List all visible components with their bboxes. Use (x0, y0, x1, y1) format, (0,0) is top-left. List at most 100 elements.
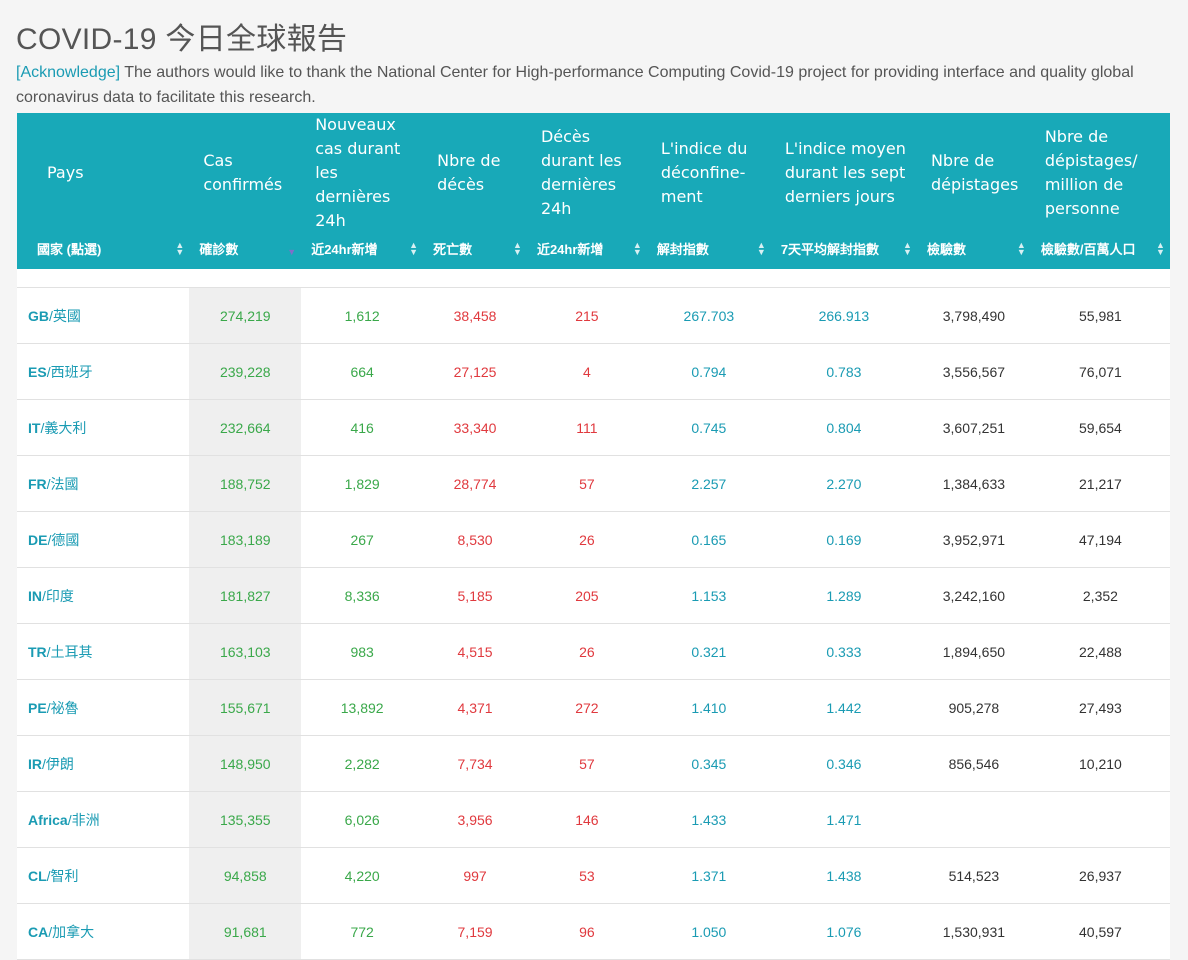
column-header-fr-7: Nbre de dépistages (916, 113, 1031, 233)
column-header-fr-6: L'indice moyen durant les sept derniers … (770, 113, 917, 233)
sort-arrows-icon[interactable]: ▼ (287, 242, 296, 257)
cell-tests-per-million (1030, 791, 1170, 848)
cell-deaths: 7,159 (423, 903, 527, 960)
country-link[interactable]: CL/智利 (17, 847, 190, 904)
table-row[interactable]: CL/智利 94,858 4,220 997 53 1.371 1.438 514,523 26… (17, 847, 1170, 904)
table-row[interactable]: PE/祕魯 155,671 13,892 4,371 272 1.410 1.442 905,… (17, 679, 1170, 736)
sort-arrows-icon[interactable]: ▲ ▼ (409, 241, 418, 257)
cell-confirmed: 155,671 (189, 679, 302, 736)
cell-new-deaths: 57 (526, 735, 647, 792)
cell-new-deaths: 4 (526, 343, 647, 400)
cell-tests: 1,384,633 (916, 455, 1031, 512)
sort-header-6[interactable]: 7天平均解封指數 ▲ ▼ (770, 233, 917, 269)
sort-arrows-icon[interactable]: ▲ ▼ (1156, 241, 1165, 257)
sort-header-4[interactable]: 近24hr新增 ▲ ▼ (526, 233, 647, 269)
sort-arrows-icon[interactable]: ▲ ▼ (633, 241, 642, 257)
country-link[interactable]: TR/土耳其 (17, 623, 190, 680)
cell-index7: 0.783 (770, 343, 917, 400)
cell-new-cases: 6,026 (301, 791, 424, 848)
country-code: GB (28, 307, 49, 324)
cell-deaths: 7,734 (423, 735, 527, 792)
cell-index7: 266.913 (770, 287, 917, 344)
cell-index7: 0.169 (770, 511, 917, 568)
acknowledge-link[interactable]: [Acknowledge] (16, 64, 120, 81)
country-link[interactable]: GB/英國 (17, 287, 190, 344)
sort-header-label: 7天平均解封指數 (780, 241, 880, 257)
sort-header-2[interactable]: 近24hr新增 ▲ ▼ (301, 233, 424, 269)
country-link[interactable]: PE/祕魯 (17, 679, 190, 736)
sort-header-3[interactable]: 死亡數 ▲ ▼ (423, 233, 527, 269)
country-name: /義大利 (40, 419, 87, 436)
table-row[interactable]: CA/加拿大 91,681 772 7,159 96 1.050 1.076 1,530,93… (17, 903, 1170, 960)
sort-header-5[interactable]: 解封指數 ▲ ▼ (646, 233, 771, 269)
table-body: GB/英國 274,219 1,612 38,458 215 267.703 266.913… (17, 269, 1170, 960)
cell-confirmed: 163,103 (189, 623, 302, 680)
country-link[interactable]: CA/加拿大 (17, 903, 190, 960)
table-row[interactable]: Africa/非洲 135,355 6,026 3,956 146 1.433 1.471 (17, 791, 1170, 848)
cell-new-cases: 416 (301, 399, 424, 456)
table-row[interactable]: GB/英國 274,219 1,612 38,458 215 267.703 266.913… (17, 287, 1170, 344)
sort-arrows-icon[interactable]: ▲ ▼ (903, 241, 912, 257)
cell-index: 1.371 (646, 847, 771, 904)
sort-arrows-icon[interactable]: ▲ ▼ (175, 241, 184, 257)
sort-header-0[interactable]: 國家 (點選) ▲ ▼ (17, 233, 190, 269)
cell-tests: 1,530,931 (916, 903, 1031, 960)
sort-header-label: 死亡數 (433, 241, 473, 257)
cell-tests: 514,523 (916, 847, 1031, 904)
sort-header-label: 確診數 (199, 241, 239, 257)
country-code: CL (28, 867, 47, 884)
cell-confirmed: 135,355 (189, 791, 302, 848)
country-link[interactable]: IN/印度 (17, 567, 190, 624)
country-name: /印度 (42, 587, 74, 604)
cell-tests: 905,278 (916, 679, 1031, 736)
cell-tests: 3,242,160 (916, 567, 1031, 624)
country-link[interactable]: FR/法國 (17, 455, 190, 512)
cell-tests-per-million: 47,194 (1030, 511, 1170, 568)
cell-confirmed: 274,219 (189, 287, 302, 344)
country-name: /土耳其 (46, 643, 93, 660)
country-link[interactable]: ES/西班牙 (17, 343, 190, 400)
cell-confirmed: 183,189 (189, 511, 302, 568)
table-row[interactable]: DE/德國 183,189 267 8,530 26 0.165 0.169 3,952,97… (17, 511, 1170, 568)
sort-arrows-icon[interactable]: ▲ ▼ (513, 241, 522, 257)
cell-tests-per-million: 27,493 (1030, 679, 1170, 736)
table-row[interactable]: IN/印度 181,827 8,336 5,185 205 1.153 1.289 3,242… (17, 567, 1170, 624)
column-header-fr-2: Nouveaux cas durant les dernières 24h (301, 113, 424, 233)
cell-index: 1.050 (646, 903, 771, 960)
column-header-fr-1: Cas confirmés (189, 113, 302, 233)
sort-header-8[interactable]: 檢驗數/百萬人口 ▲ ▼ (1030, 233, 1170, 269)
sort-header-7[interactable]: 檢驗數 ▲ ▼ (916, 233, 1031, 269)
cell-tests: 3,798,490 (916, 287, 1031, 344)
country-link[interactable]: DE/德國 (17, 511, 190, 568)
table-row[interactable]: IT/義大利 232,664 416 33,340 111 0.745 0.804 3,607… (17, 399, 1170, 456)
country-link[interactable]: Africa/非洲 (17, 791, 190, 848)
sort-header-1[interactable]: 確診數 ▼ (189, 233, 302, 269)
table-row[interactable]: ES/西班牙 239,228 664 27,125 4 0.794 0.783 3,556,5… (17, 343, 1170, 400)
header-row-chinese: 國家 (點選) ▲ ▼ 確診數 ▼ 近24hr新增 ▲ ▼ 死亡數 ▲ ▼ 近24hr新增 ▲ ▼ 解封指… (17, 233, 1170, 269)
cell-new-deaths: 57 (526, 455, 647, 512)
covid-table-container: Pays Cas confirmés Nouveaux cas durant les… (17, 113, 1170, 960)
sort-arrows-icon[interactable]: ▲ ▼ (757, 241, 766, 257)
cell-index: 0.745 (646, 399, 771, 456)
country-link[interactable]: IR/伊朗 (17, 735, 190, 792)
country-link[interactable]: IT/義大利 (17, 399, 190, 456)
sort-arrows-icon[interactable]: ▲ ▼ (1017, 241, 1026, 257)
column-header-fr-3: Nbre de décès (423, 113, 527, 233)
cell-tests: 3,952,971 (916, 511, 1031, 568)
table-row[interactable]: FR/法國 188,752 1,829 28,774 57 2.257 2.270 1,384… (17, 455, 1170, 512)
cell-new-deaths: 26 (526, 511, 647, 568)
cell-index7: 1.438 (770, 847, 917, 904)
country-name: /法國 (46, 475, 79, 492)
sort-header-label: 近24hr新增 (536, 241, 604, 257)
cell-tests-per-million: 10,210 (1030, 735, 1170, 792)
country-code: ES (28, 363, 47, 380)
sort-header-label: 檢驗數 (926, 241, 966, 257)
table-row[interactable]: IR/伊朗 148,950 2,282 7,734 57 0.345 0.346 856,54… (17, 735, 1170, 792)
cell-new-cases: 664 (301, 343, 424, 400)
country-name: /加拿大 (48, 923, 95, 940)
country-name: /伊朗 (42, 755, 74, 772)
sort-header-label: 解封指數 (656, 241, 709, 257)
cell-tests: 1,894,650 (916, 623, 1031, 680)
cell-index: 2.257 (646, 455, 771, 512)
table-row[interactable]: TR/土耳其 163,103 983 4,515 26 0.321 0.333 1,894,6… (17, 623, 1170, 680)
